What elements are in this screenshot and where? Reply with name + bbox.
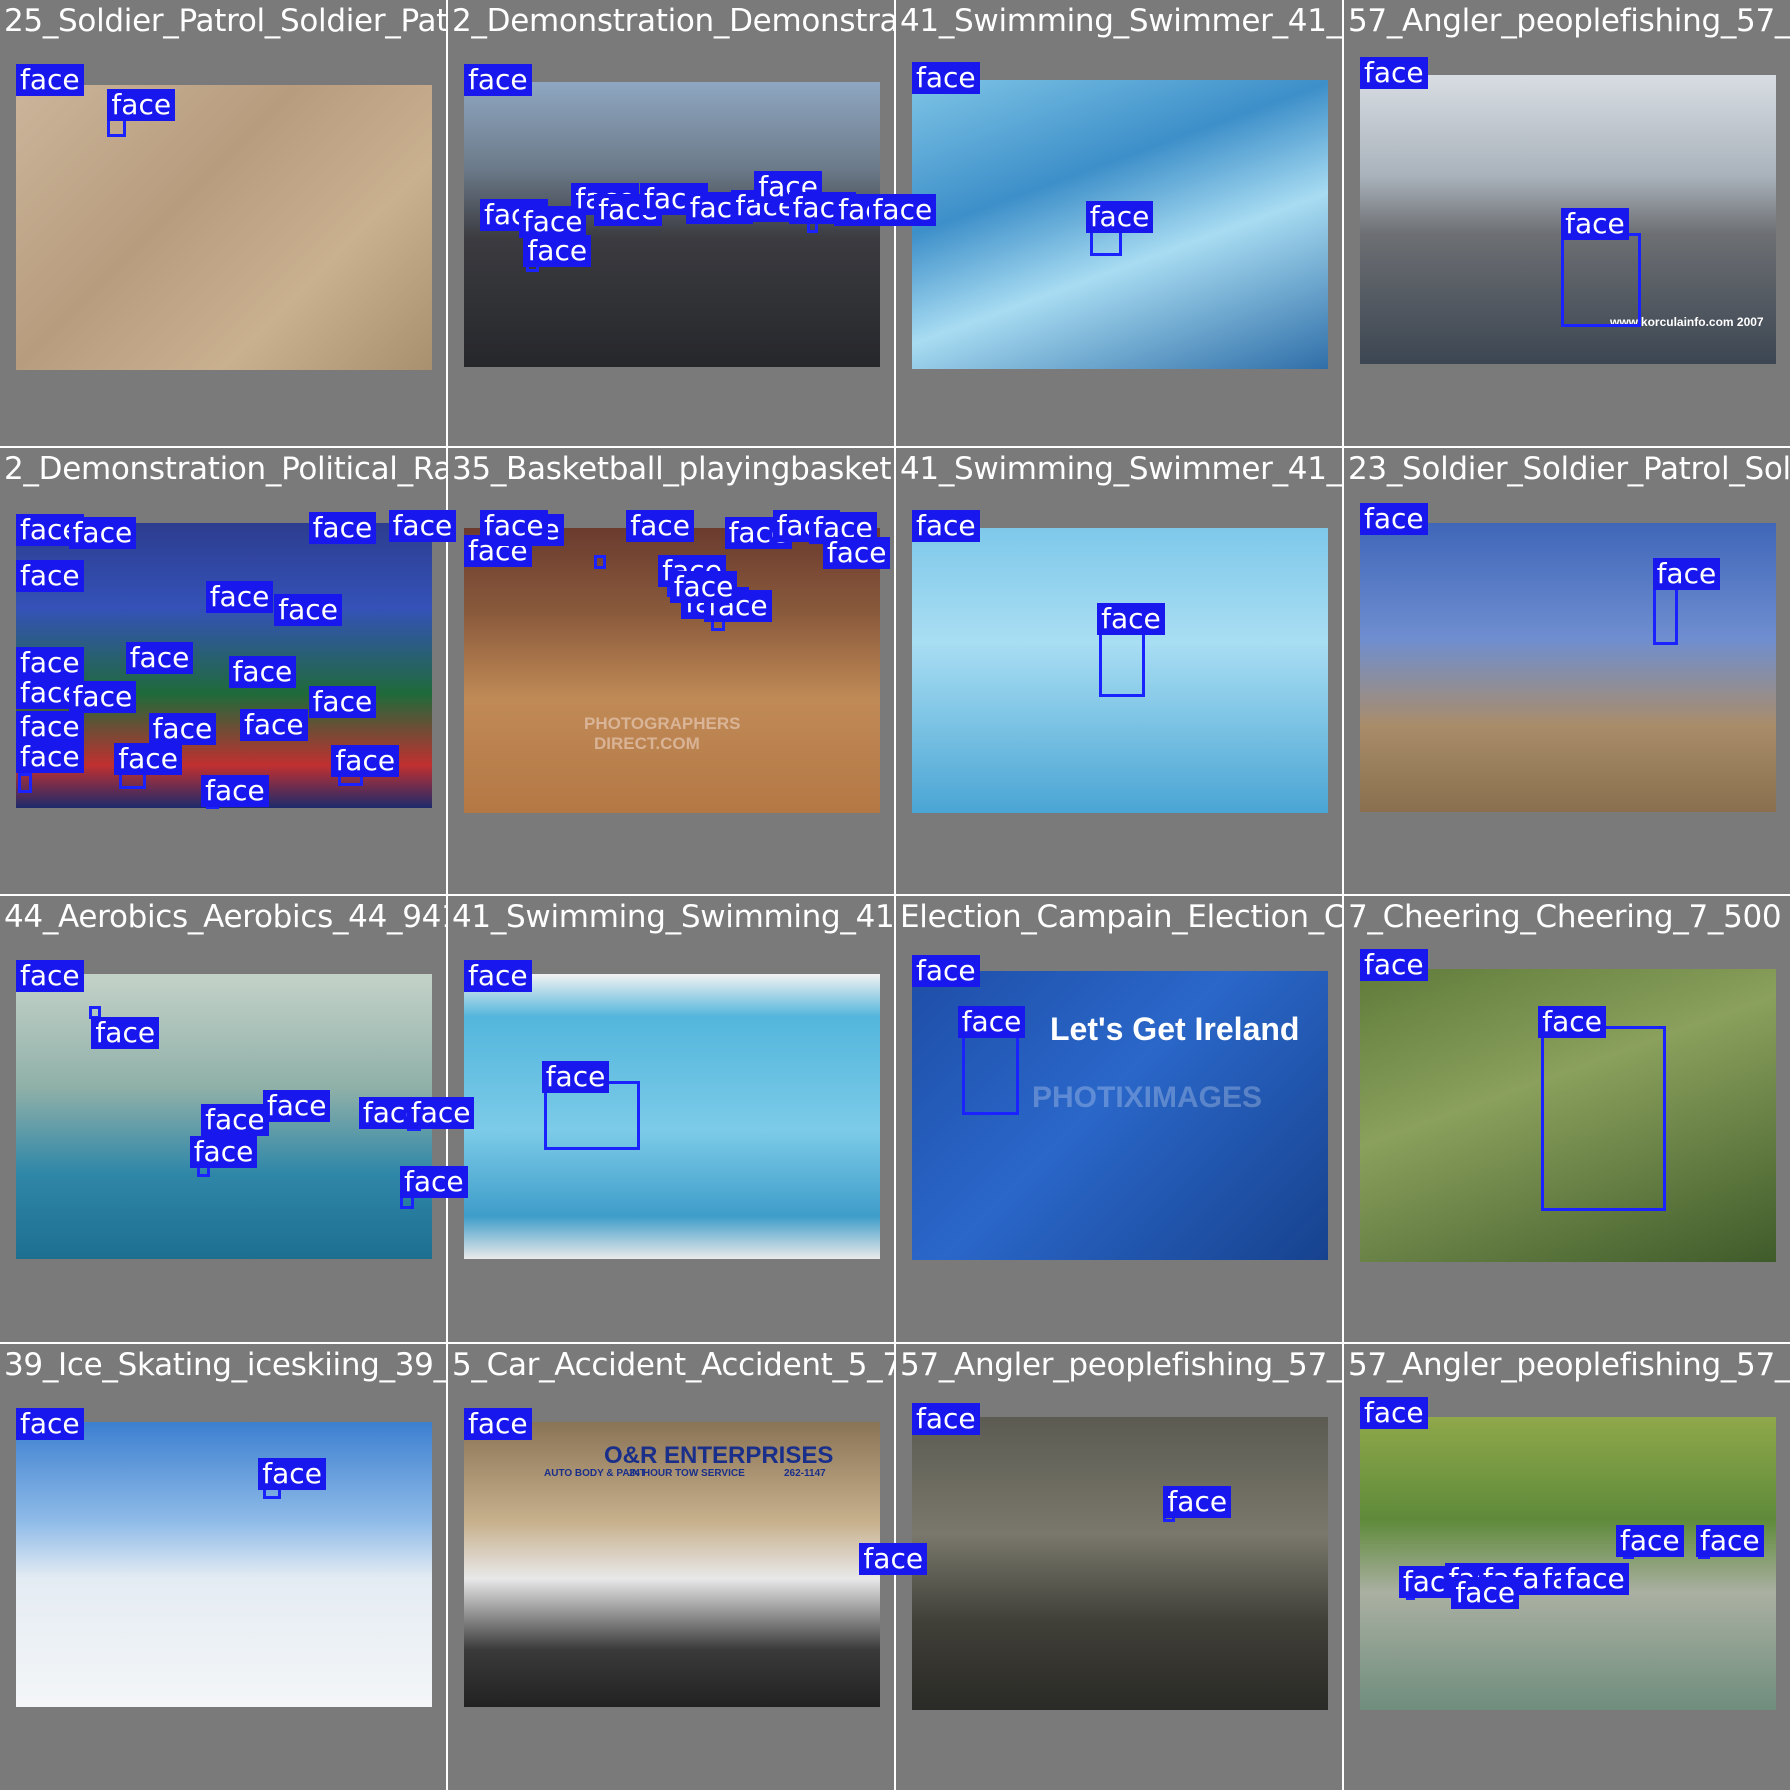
photo xyxy=(16,523,432,809)
image-tile-9: 44_Aerobics_Aerobics_44_941.jpg xyxy=(0,896,446,1342)
image-tile-5: 2_Demonstration_Political_Rally_2_335.jp… xyxy=(0,448,446,894)
image-tile-10: 41_Swimming_Swimming_41_8_52.jpg xyxy=(448,896,894,1342)
tile-filename: 41_Swimming_Swimmer_41_308.jpg xyxy=(900,3,1342,39)
tile-filename: 57_Angler_peoplefishing_57_909.jpg xyxy=(900,1347,1342,1383)
photo-text: PHOTIXIMAGES xyxy=(1032,1081,1263,1115)
image-tile-11: Election_Campain_Election_Campaign_2.jpg… xyxy=(896,896,1342,1342)
photo xyxy=(1360,1417,1776,1711)
photo xyxy=(16,973,432,1259)
photo: www.korculainfo.com 2007 xyxy=(1360,75,1776,365)
photo xyxy=(912,528,1328,814)
photo xyxy=(912,80,1328,369)
tile-filename: 2_Demonstration_Political_Rally_2_335.jp… xyxy=(4,451,446,487)
tile-filename: 7_Cheering_Cheering_7_500 xyxy=(1348,899,1782,935)
image-tile-4: 57_Angler_peoplefishing_57_679.jpg www.ko… xyxy=(1344,0,1790,446)
tile-filename: 25_Soldier_Patrol_Soldier_Patrol_25_563 xyxy=(4,3,446,39)
tile-filename: 41_Swimming_Swimmer_41_488.jpg xyxy=(900,451,1342,487)
tile-filename: 57_Angler_peoplefishing_57_2.jpg xyxy=(1348,1347,1790,1383)
image-tile-13: 39_Ice_Skating_iceskiing_39_570.jpg xyxy=(0,1344,446,1790)
tile-filename: 44_Aerobics_Aerobics_44_941.jpg xyxy=(4,899,446,935)
tile-filename: 41_Swimming_Swimming_41_8_52.jpg xyxy=(452,899,894,935)
photo-text: 262-1147 xyxy=(784,1467,826,1479)
photo: O&R ENTERPRISES AUTO BODY & PAINT 24 HOUR … xyxy=(464,1421,880,1707)
photo xyxy=(464,973,880,1259)
image-tile-2: 2_Demonstration_Demonstration_Protesters… xyxy=(448,0,894,446)
photo-text: O&R ENTERPRISES xyxy=(604,1441,834,1469)
photo: PHOTOGRAPHERS DIRECT.COM xyxy=(464,528,880,814)
photo-text: 24 HOUR TOW SERVICE xyxy=(629,1467,745,1479)
image-tile-15: 57_Angler_peoplefishing_57_909.jpg xyxy=(896,1344,1342,1790)
image-tile-14: 5_Car_Accident_Accident_5_735.jpg O&R ENT… xyxy=(448,1344,894,1790)
photo: Let's Get Ireland PHOTIXIMAGES xyxy=(912,971,1328,1261)
photo xyxy=(16,1421,432,1707)
tile-filename: Election_Campain_Election_Campaign_2.jpg xyxy=(900,899,1342,935)
image-tile-3: 41_Swimming_Swimmer_41_308.jpg xyxy=(896,0,1342,446)
image-tile-7: 41_Swimming_Swimmer_41_488.jpg xyxy=(896,448,1342,894)
image-tile-8: 23_Soldier_Soldier_Patrol_Soldier_P xyxy=(1344,448,1790,894)
image-tile-12: 7_Cheering_Cheering_7_500 xyxy=(1344,896,1790,1342)
tile-filename: 39_Ice_Skating_iceskiing_39_570.jpg xyxy=(4,1347,446,1383)
tile-filename: 35_Basketball_playingbasketball_35_127.j… xyxy=(452,451,894,487)
photo xyxy=(1360,969,1776,1263)
image-tile-16: 57_Angler_peoplefishing_57_2.jpg xyxy=(1344,1344,1790,1790)
photo-text: PHOTOGRAPHERS xyxy=(584,714,741,733)
photo xyxy=(912,1417,1328,1711)
photo-text: DIRECT.COM xyxy=(594,734,700,753)
tile-filename: 57_Angler_peoplefishing_57_679.jpg xyxy=(1348,3,1790,39)
image-tile-1: 25_Soldier_Patrol_Soldier_Patrol_25_563 xyxy=(0,0,446,446)
tile-filename: 2_Demonstration_Demonstration_Protesters… xyxy=(452,3,894,39)
tile-filename: 5_Car_Accident_Accident_5_735.jpg xyxy=(452,1347,894,1383)
photo-text: www.korculainfo.com 2007 xyxy=(1610,315,1764,330)
image-grid: 25_Soldier_Patrol_Soldier_Patrol_25_5632… xyxy=(0,0,1792,1792)
photo xyxy=(16,84,432,370)
photo-text: Let's Get Ireland xyxy=(1050,1011,1300,1048)
photo xyxy=(464,82,880,368)
image-tile-6: 35_Basketball_playingbasketball_35_127.j… xyxy=(448,448,894,894)
photo xyxy=(1360,523,1776,813)
tile-filename: 23_Soldier_Soldier_Patrol_Soldier_P xyxy=(1348,451,1790,487)
